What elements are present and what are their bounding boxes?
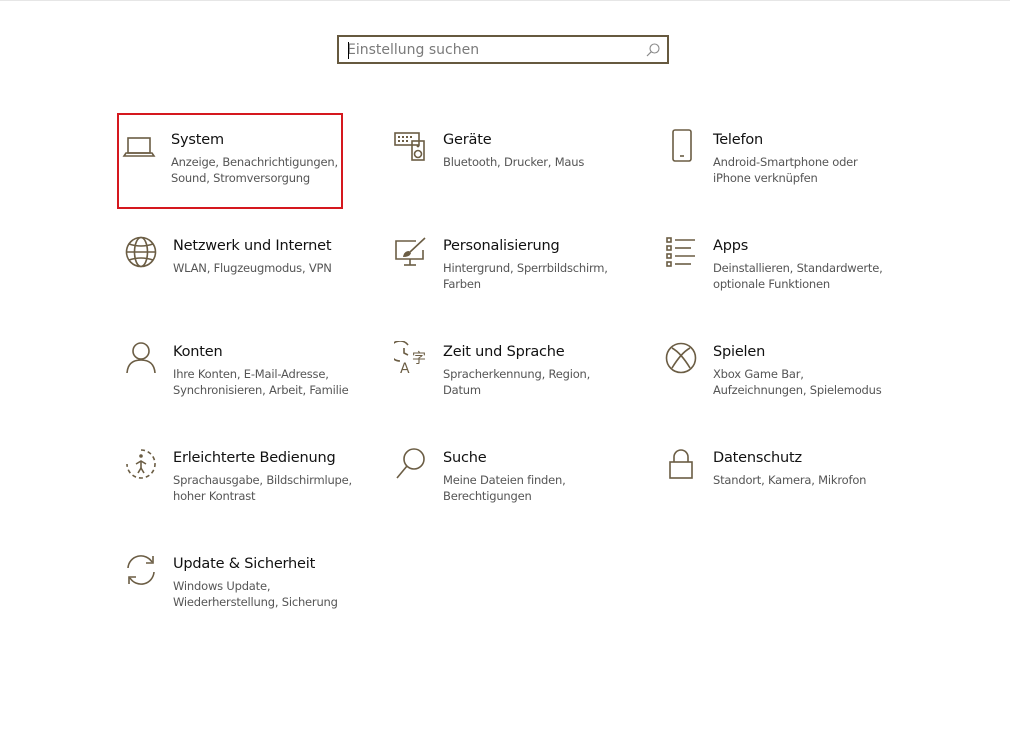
- tile-system[interactable]: System Anzeige, Benachrichtigungen, Soun…: [117, 113, 343, 209]
- paint-brush-icon: [395, 237, 426, 266]
- tile-title: Spielen: [713, 344, 766, 360]
- tile-description: Anzeige, Benachrichtigungen, Sound, Stro…: [171, 155, 338, 185]
- tile-spielen[interactable]: Spielen Xbox Game Bar, Aufzeichnungen, S…: [659, 325, 885, 421]
- tile-description: Hintergrund, Sperrbildschirm, Farben: [443, 261, 608, 291]
- time-language-icon: A 字: [394, 341, 426, 375]
- tile-update-sicherheit[interactable]: Update & Sicherheit Windows Update, Wied…: [119, 537, 345, 633]
- update-icon: [127, 555, 155, 585]
- tile-description: Xbox Game Bar, Aufzeichnungen, Spielemod…: [713, 367, 882, 397]
- tile-description: Sprachausgabe, Bildschirmlupe, hoher Kon…: [173, 473, 352, 503]
- tile-title: Suche: [443, 450, 487, 466]
- tile-title: Geräte: [443, 132, 492, 148]
- tile-title: Personalisierung: [443, 238, 560, 254]
- tile-title: Zeit und Sprache: [443, 344, 565, 360]
- tile-description: WLAN, Flugzeugmodus, VPN: [173, 261, 332, 275]
- ease-of-access-icon: [126, 449, 156, 479]
- phone-icon: [672, 129, 692, 162]
- tile-description: Android-Smartphone oder iPhone verknüpfe…: [713, 155, 858, 185]
- tile-title: Apps: [713, 238, 749, 254]
- tile-description: Windows Update, Wiederherstellung, Siche…: [173, 579, 338, 609]
- svg-text:A: A: [400, 361, 410, 375]
- tile-apps[interactable]: Apps Deinstallieren, Standardwerte, opti…: [659, 219, 885, 315]
- tile-title: Konten: [173, 344, 223, 360]
- tile-title: Update & Sicherheit: [173, 556, 316, 572]
- tile-konten[interactable]: Konten Ihre Konten, E-Mail-Adresse, Sync…: [119, 325, 349, 421]
- lock-icon: [669, 449, 693, 479]
- top-divider: [0, 0, 1010, 1]
- tile-title: Telefon: [713, 132, 764, 148]
- tile-description: Deinstallieren, Standardwerte, optionale…: [713, 261, 883, 291]
- tile-description: Standort, Kamera, Mikrofon: [713, 473, 867, 487]
- tile-erleichterte-bedienung[interactable]: Erleichterte Bedienung Sprachausgabe, Bi…: [119, 431, 352, 527]
- search-icon[interactable]: [645, 42, 661, 58]
- tile-description: Spracherkennung, Region, Datum: [443, 367, 591, 397]
- text-caret: [348, 42, 349, 59]
- tile-title: Datenschutz: [713, 450, 802, 466]
- svg-text:字: 字: [412, 351, 426, 367]
- search-box[interactable]: [337, 35, 669, 64]
- tile-suche[interactable]: Suche Meine Dateien finden, Berechtigung…: [389, 431, 615, 527]
- tile-datenschutz[interactable]: Datenschutz Standort, Kamera, Mikrofon: [659, 431, 885, 527]
- search-input[interactable]: [347, 40, 637, 60]
- tile-title: Netzwerk und Internet: [173, 238, 332, 254]
- xbox-icon: [665, 342, 697, 374]
- tile-personalisierung[interactable]: Personalisierung Hintergrund, Sperrbilds…: [389, 219, 615, 315]
- tile-zeit-sprache[interactable]: A 字 Zeit und Sprache Spracherkennung, Re…: [389, 325, 615, 421]
- tile-netzwerk[interactable]: Netzwerk und Internet WLAN, Flugzeugmodu…: [119, 219, 345, 315]
- person-icon: [126, 342, 156, 374]
- tile-title: Erleichterte Bedienung: [173, 450, 336, 466]
- magnifier-icon: [396, 448, 425, 479]
- tile-description: Ihre Konten, E-Mail-Adresse, Synchronisi…: [173, 367, 349, 397]
- tile-title: System: [171, 132, 224, 148]
- globe-icon: [125, 236, 157, 268]
- tile-geraete[interactable]: Geräte Bluetooth, Drucker, Maus: [389, 113, 615, 209]
- keyboard-speaker-icon: [394, 132, 425, 161]
- app-list-icon: [666, 237, 695, 267]
- tile-telefon[interactable]: Telefon Android-Smartphone oder iPhone v…: [659, 113, 885, 209]
- tile-description: Meine Dateien finden, Berechtigungen: [443, 473, 566, 503]
- laptop-icon: [122, 137, 156, 157]
- tile-description: Bluetooth, Drucker, Maus: [443, 155, 585, 169]
